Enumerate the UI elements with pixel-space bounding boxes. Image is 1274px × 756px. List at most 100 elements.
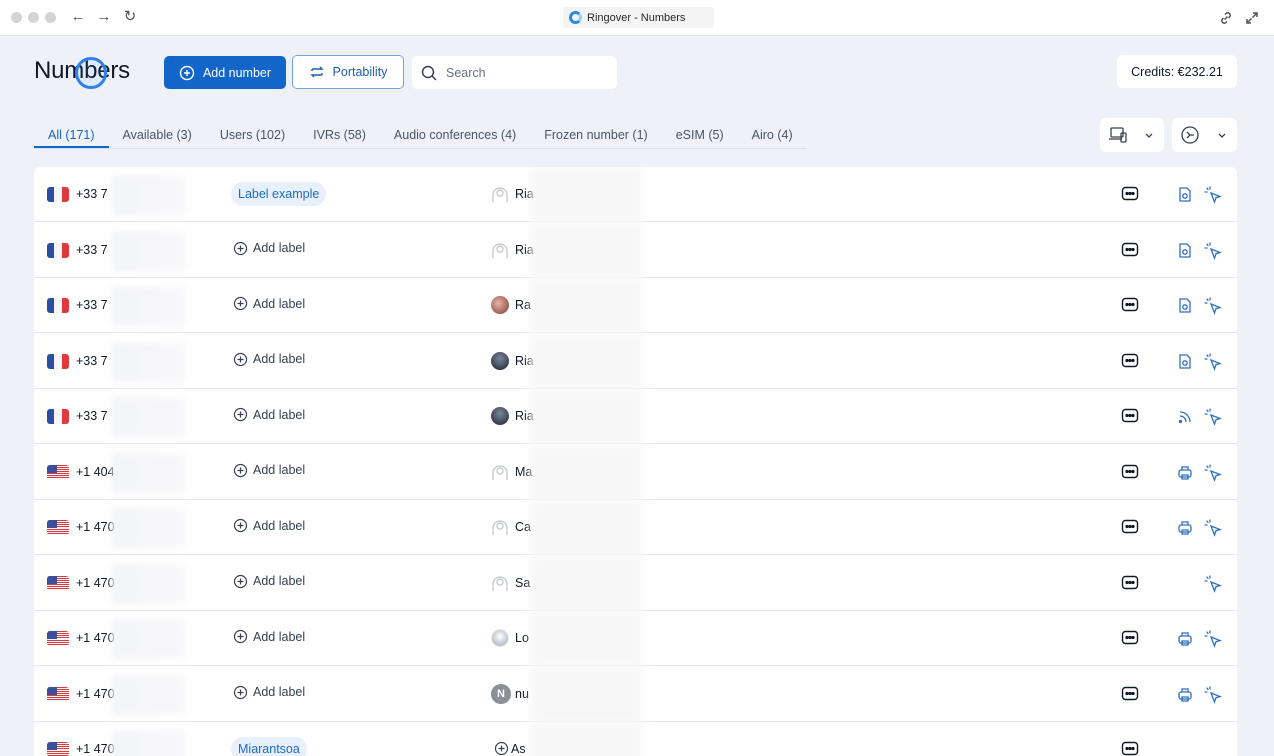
routing-cursor-icon[interactable] [1204,685,1222,704]
table-row[interactable]: +33 7 Label example Ria [34,167,1237,222]
tab-3[interactable]: IVRs (58) [299,122,380,148]
routing-cursor-icon[interactable] [1204,186,1222,204]
search-input[interactable] [446,65,606,80]
redacted-area [112,508,186,548]
chevron-down-icon [1218,133,1226,138]
fax-icon[interactable] [1177,464,1193,481]
fax-icon[interactable] [1177,519,1193,536]
routing-cursor-icon[interactable] [1204,630,1222,648]
message-icon[interactable] [1121,186,1139,202]
message-icon[interactable] [1121,242,1139,258]
routing-cursor-icon[interactable] [1204,574,1222,593]
label-chip[interactable]: Miarantsoa [231,737,307,756]
routing-view-dropdown[interactable] [1172,118,1237,152]
add-number-button[interactable]: Add number [164,56,286,89]
plus-circle-icon [233,685,248,700]
phone-number: +1 470 [76,575,115,590]
add-owner-icon[interactable] [494,741,512,756]
table-row[interactable]: +1 470 Add label Lo [34,611,1237,666]
add-label-text: Add label [253,407,306,422]
tab-5[interactable]: Frozen number (1) [530,122,662,148]
voicemail-doc-icon[interactable] [1177,242,1193,259]
owner-name: Ca [515,520,531,534]
redacted-area [531,555,643,611]
message-icon[interactable] [1121,408,1139,424]
owner-name: nu [515,686,529,701]
back-arrow-icon[interactable]: ← [69,8,87,26]
add-label-button[interactable]: Add label [233,574,305,589]
redacted-area [531,722,643,756]
add-label-button[interactable]: Add label [233,296,305,311]
minimize-window-dot[interactable] [28,12,39,23]
routing-circle-icon [1181,126,1199,144]
phone-number: +33 7 [76,409,108,423]
fax-icon[interactable] [1177,686,1193,703]
table-row[interactable]: +1 404 Add label Ma [34,444,1237,500]
device-view-dropdown[interactable] [1100,118,1164,152]
browser-tab[interactable]: Ringover - Numbers [563,7,714,28]
avatar-placeholder-icon [491,574,509,592]
message-icon[interactable] [1121,575,1139,591]
owner-name: As [511,742,526,756]
redacted-area [112,674,186,715]
close-window-dot[interactable] [11,12,22,23]
tab-2[interactable]: Users (102) [206,122,299,148]
portability-button[interactable]: Portability [292,55,404,89]
message-icon[interactable] [1121,741,1139,756]
routing-cursor-icon[interactable] [1204,241,1222,260]
label-chip[interactable]: Label example [231,182,327,206]
tab-6[interactable]: eSIM (5) [662,122,738,148]
voicemail-doc-icon[interactable] [1177,353,1193,370]
expand-icon[interactable] [1244,10,1260,26]
add-label-button[interactable]: Add label [233,463,305,478]
table-row[interactable]: +1 470 Add label Sa [34,555,1237,611]
table-row[interactable]: +33 7 Add label Ra [34,278,1237,333]
add-label-button[interactable]: Add label [233,629,305,644]
fax-icon[interactable] [1177,630,1193,647]
redacted-area [112,730,186,756]
france-flag-icon [47,353,69,369]
voicemail-doc-icon[interactable] [1177,297,1193,314]
routing-cursor-icon[interactable] [1204,352,1222,371]
link-icon[interactable] [1218,10,1234,26]
message-icon[interactable] [1121,464,1139,480]
reload-icon[interactable]: ↻ [121,8,139,26]
table-row[interactable]: +33 7 Add label Ria [34,333,1237,389]
click-indicator [75,57,107,89]
message-icon[interactable] [1121,353,1139,369]
redacted-area [112,563,186,604]
table-row[interactable]: +1 470 Add label Nnu [34,666,1237,722]
voicemail-doc-icon[interactable] [1177,186,1193,203]
add-label-button[interactable]: Add label [233,241,305,256]
rss-icon[interactable] [1177,408,1193,425]
france-flag-icon [47,298,69,313]
table-row[interactable]: +1 470 Miarantsoa As [34,722,1237,756]
forward-arrow-icon[interactable]: → [95,8,113,26]
tab-7[interactable]: Airo (4) [738,122,807,148]
tab-1[interactable]: Available (3) [109,122,206,148]
add-label-button[interactable]: Add label [233,685,305,700]
routing-cursor-icon[interactable] [1204,408,1222,426]
search-field[interactable] [412,56,617,89]
window-controls[interactable] [11,12,56,23]
routing-cursor-icon[interactable] [1204,519,1222,537]
table-row[interactable]: +1 470 Add label Ca [34,500,1237,555]
add-label-button[interactable]: Add label [233,352,305,367]
add-label-button[interactable]: Add label [233,518,305,533]
routing-cursor-icon[interactable] [1204,297,1222,315]
credits-text: Credits: €232.21 [1131,64,1223,79]
message-icon[interactable] [1121,686,1139,702]
browser-tab-title: Ringover - Numbers [587,11,686,24]
phone-number: +1 404 [76,464,115,479]
tab-4[interactable]: Audio conferences (4) [380,122,530,148]
table-row[interactable]: +33 7 Add label Ria [34,222,1237,278]
add-label-text: Add label [253,241,306,255]
message-icon[interactable] [1121,519,1139,535]
table-row[interactable]: +33 7 Add label Ria [34,389,1237,444]
add-label-button[interactable]: Add label [233,407,305,422]
tab-0[interactable]: All (171) [34,122,109,148]
message-icon[interactable] [1121,630,1139,646]
message-icon[interactable] [1121,297,1139,313]
maximize-window-dot[interactable] [45,12,56,23]
routing-cursor-icon[interactable] [1204,463,1222,482]
